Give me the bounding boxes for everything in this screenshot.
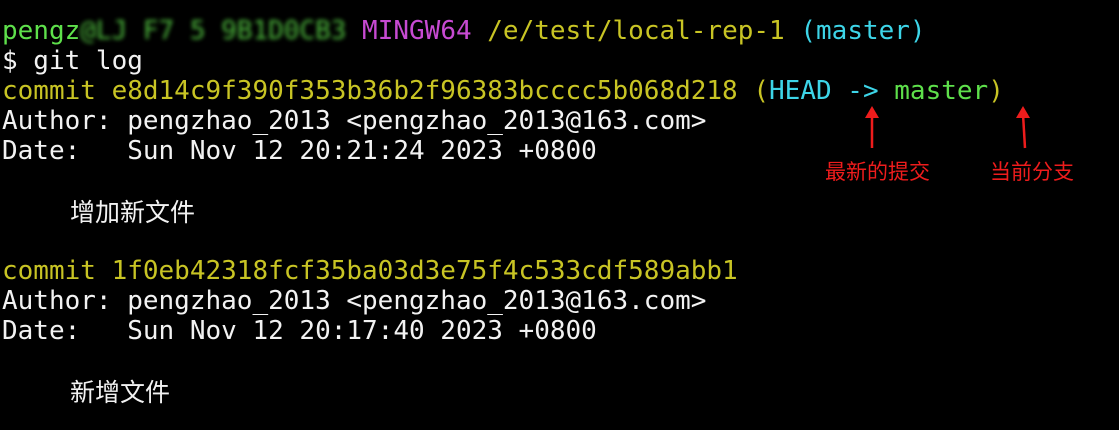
commit-header: commit 1f0eb42318fcf35ba03d3e75f4c533cdf… — [2, 256, 738, 286]
prompt-user-host: pengz — [2, 16, 81, 46]
prompt-branch: (master) — [800, 16, 926, 46]
commit-hash: commit e8d14c9f390f353b36b2f96383bcccc5b… — [2, 76, 738, 106]
commit-message: 新增文件 — [70, 378, 171, 407]
commit-date: Date: Sun Nov 12 20:21:24 2023 +0800 — [2, 136, 597, 166]
arrow-up-icon — [1016, 106, 1030, 149]
commit-header: commit e8d14c9f390f353b36b2f96383bcccc5b… — [2, 76, 1004, 106]
commit-date: Date: Sun Nov 12 20:17:40 2023 +0800 — [2, 316, 597, 346]
prompt-system: MINGW64 — [362, 16, 472, 46]
annotation-latest-commit: 最新的提交 — [825, 160, 930, 184]
commit-author: Author: pengzhao_2013 <pengzhao_2013@163… — [2, 286, 707, 316]
prompt-path: /e/test/local-rep-1 — [487, 16, 785, 46]
commit-message: 增加新文件 — [70, 198, 196, 227]
ref-head: HEAD -> — [769, 76, 879, 106]
ref-close-paren: ) — [988, 76, 1004, 106]
ref-open-paren: ( — [753, 76, 770, 106]
prompt-line: pengz@LJ F7 5 9B1D0CB3 MINGW64 /e/test/l… — [2, 16, 926, 46]
terminal-window[interactable]: pengz@LJ F7 5 9B1D0CB3 MINGW64 /e/test/l… — [0, 0, 1119, 430]
arrow-up-icon — [865, 106, 879, 148]
annotation-current-branch: 当前分支 — [990, 160, 1074, 184]
prompt-user-host-redacted: @LJ F7 5 9B1D0CB3 — [80, 16, 347, 46]
command-line: $ git log — [2, 46, 143, 76]
ref-branch: master — [894, 76, 989, 106]
commit-author: Author: pengzhao_2013 <pengzhao_2013@163… — [2, 106, 707, 136]
